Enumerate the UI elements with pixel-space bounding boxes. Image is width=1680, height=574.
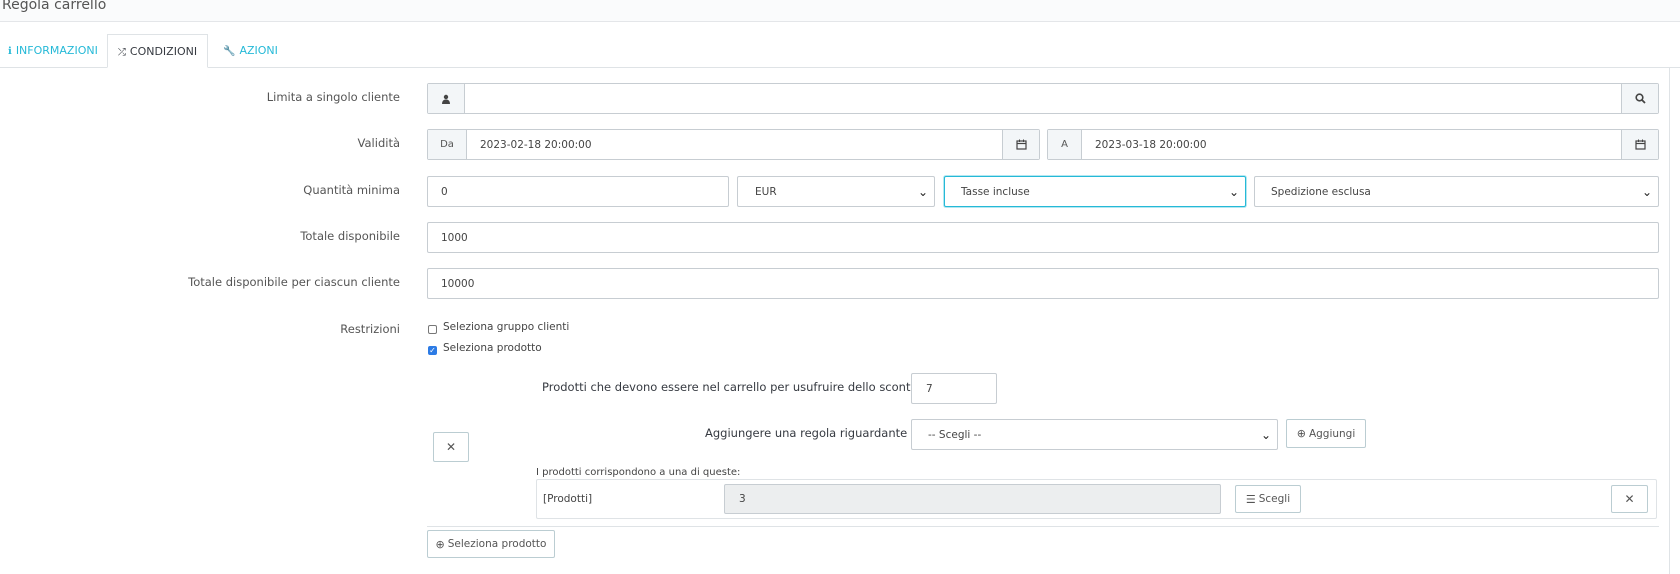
shuffle-icon: ⤮ xyxy=(117,47,126,58)
validity-label: Validità xyxy=(357,136,400,150)
chevron-down-icon: ⌄ xyxy=(1641,184,1652,199)
validity-to-addon: A xyxy=(1048,130,1082,159)
tax-value: Tasse incluse xyxy=(961,185,1030,198)
single-customer-label: Limita a singolo cliente xyxy=(266,90,400,104)
panel-border xyxy=(1669,67,1670,574)
customer-group-label: Seleziona gruppo clienti xyxy=(443,321,570,333)
total-per-customer-value: 10000 xyxy=(441,277,475,290)
chevron-down-icon: ⌄ xyxy=(1228,184,1239,199)
calendar-icon[interactable] xyxy=(1002,130,1039,159)
tab-condizioni[interactable]: ⤮ CONDIZIONI xyxy=(107,34,208,68)
page-title: Regola carrello xyxy=(2,0,107,13)
tab-informazioni-label: INFORMAZIONI xyxy=(15,44,98,57)
shipping-value: Spedizione esclusa xyxy=(1271,185,1371,198)
total-available-input[interactable]: 1000 xyxy=(427,222,1659,253)
choose-button-label: Scegli xyxy=(1258,493,1291,505)
product-rule-row: [Prodotti] 3 ☰ Scegli ✕ xyxy=(536,479,1657,519)
total-per-customer-input[interactable]: 10000 xyxy=(427,268,1659,299)
tab-informazioni[interactable]: ℹ INFORMAZIONI xyxy=(0,34,106,67)
add-rule-button-label: Aggiungi xyxy=(1308,427,1356,440)
product-quantity-value: 7 xyxy=(926,382,933,395)
add-rule-button[interactable]: ⊕ Aggiungi xyxy=(1286,419,1366,448)
total-available-label: Totale disponibile xyxy=(300,229,400,243)
tabs-underline xyxy=(0,67,1680,68)
calendar-icon[interactable] xyxy=(1621,130,1658,159)
product-quantity-input[interactable]: 7 xyxy=(911,373,997,404)
validity-from-addon: Da xyxy=(428,130,467,159)
shipping-select[interactable]: Spedizione esclusa ⌄ xyxy=(1254,176,1659,207)
tab-azioni[interactable]: 🔧 AZIONI xyxy=(215,34,286,67)
customer-group-checkbox[interactable] xyxy=(428,325,437,334)
rule-value-input[interactable]: 3 xyxy=(724,484,1221,514)
select-product-button[interactable]: ⊕ Seleziona prodotto xyxy=(427,530,555,558)
user-icon xyxy=(428,84,465,113)
validity-to-input[interactable]: 2023-03-18 20:00:00 xyxy=(1095,130,1207,159)
add-rule-select-value: -- Scegli -- xyxy=(928,428,982,441)
currency-value: EUR xyxy=(755,185,777,198)
validity-from-label: Da xyxy=(440,139,454,150)
remove-rule-group-button[interactable]: ✕ xyxy=(433,432,469,462)
min-amount-value: 0 xyxy=(441,185,448,198)
total-per-customer-label: Totale disponibile per ciascun cliente xyxy=(188,275,400,289)
product-checkbox[interactable]: ✓ xyxy=(428,346,437,355)
validity-to-field[interactable]: A 2023-03-18 20:00:00 xyxy=(1047,129,1659,160)
add-rule-select[interactable]: -- Scegli -- ⌄ xyxy=(911,419,1278,450)
search-icon[interactable] xyxy=(1621,84,1658,113)
product-quantity-label: Prodotti che devono essere nel carrello … xyxy=(542,380,922,394)
product-checkbox-label: Seleziona prodotto xyxy=(443,342,542,354)
separator xyxy=(427,526,1659,527)
remove-rule-button[interactable]: ✕ xyxy=(1611,485,1648,513)
rule-type: [Prodotti] xyxy=(543,493,593,505)
close-icon: ✕ xyxy=(1624,492,1635,506)
list-icon: ☰ xyxy=(1245,492,1256,506)
tax-select[interactable]: Tasse incluse ⌄ xyxy=(944,176,1246,207)
min-amount-label: Quantità minima xyxy=(303,183,400,197)
select-product-button-label: Seleziona prodotto xyxy=(447,538,547,550)
matches-label: I prodotti corrispondono a una di queste… xyxy=(536,467,741,478)
restrictions-label: Restrizioni xyxy=(340,322,400,336)
page-header: Regola carrello xyxy=(0,0,1680,22)
currency-select[interactable]: EUR ⌄ xyxy=(737,176,935,207)
total-available-value: 1000 xyxy=(441,231,468,244)
info-icon: ℹ xyxy=(8,46,12,57)
validity-from-input[interactable]: 2023-02-18 20:00:00 xyxy=(480,130,592,159)
chevron-down-icon: ⌄ xyxy=(1260,427,1271,442)
single-customer-field[interactable] xyxy=(427,83,1659,114)
rule-value: 3 xyxy=(739,493,746,505)
validity-from-field[interactable]: Da 2023-02-18 20:00:00 xyxy=(427,129,1040,160)
min-amount-input[interactable]: 0 xyxy=(427,176,729,207)
plus-circle-icon: ⊕ xyxy=(435,537,445,551)
tab-azioni-label: AZIONI xyxy=(239,44,278,57)
add-rule-label: Aggiungere una regola riguardante xyxy=(705,426,908,440)
tab-condizioni-label: CONDIZIONI xyxy=(129,45,198,58)
close-icon: ✕ xyxy=(445,440,457,454)
choose-button[interactable]: ☰ Scegli xyxy=(1235,485,1301,513)
validity-to-label: A xyxy=(1061,139,1068,150)
chevron-down-icon: ⌄ xyxy=(917,184,928,199)
wrench-icon: 🔧 xyxy=(223,46,236,57)
plus-circle-icon: ⊕ xyxy=(1296,427,1306,440)
